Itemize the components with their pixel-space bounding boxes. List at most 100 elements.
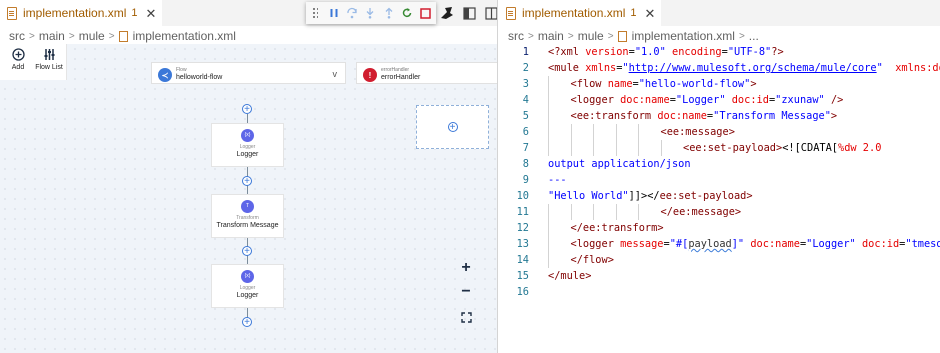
add-step-icon[interactable]: + <box>242 104 252 115</box>
indent-guide <box>548 108 549 124</box>
left-editor-pane: implementation.xml 1 ✕ src > main > mule… <box>0 0 498 353</box>
mule-run-icon[interactable] <box>438 4 456 22</box>
code-token: > <box>830 110 838 122</box>
right-editor-tab[interactable]: implementation.xml 1 ✕ <box>499 0 662 26</box>
line-content: output application/json <box>548 156 691 172</box>
indent-guide <box>548 204 549 220</box>
breadcrumb-src[interactable]: src <box>9 29 25 43</box>
code-line[interactable]: 14 </flow> <box>499 252 940 268</box>
line-content: <logger doc:name="Logger" doc:id="zxunaw… <box>571 92 844 108</box>
zoom-in-button[interactable]: + <box>458 259 474 276</box>
left-editor-tab[interactable]: implementation.xml 1 ✕ <box>0 0 163 26</box>
indent-guide <box>570 140 572 156</box>
code-token: "zxunaw" <box>775 94 825 106</box>
code-token: mule <box>560 270 586 282</box>
flow-list-label: Flow List <box>35 64 63 71</box>
open-preview-icon[interactable] <box>460 4 478 22</box>
error-handler-header[interactable]: ! errorHandler errorHandler <box>356 62 497 84</box>
left-tab-close-icon[interactable]: ✕ <box>146 7 157 20</box>
logger-icon: {x} <box>241 129 254 142</box>
indent-guide <box>660 140 662 156</box>
code-editor[interactable]: 1 <?xml version="1.0" encoding="UTF-8"?> 2… <box>499 44 940 300</box>
code-line[interactable]: 9 --- <box>499 172 940 188</box>
line-number: 10 <box>516 190 529 202</box>
breadcrumb-main[interactable]: main <box>39 29 65 43</box>
breadcrumb-src[interactable]: src <box>508 29 524 43</box>
error-handler-dropzone[interactable]: + <box>416 105 489 149</box>
code-token: "Transform Message" <box>713 110 831 122</box>
fit-view-button[interactable] <box>458 309 474 325</box>
add-step-icon[interactable]: + <box>242 246 252 257</box>
drag-grip-icon[interactable] <box>312 7 319 19</box>
right-tab-close-icon[interactable]: ✕ <box>645 7 656 20</box>
code-token: message <box>620 238 664 250</box>
breadcrumb-mule[interactable]: mule <box>79 29 105 43</box>
line-number: 11 <box>516 206 529 218</box>
code-token: --- <box>548 174 567 186</box>
flow-header[interactable]: ≺ Flow helloworld-flow v <box>151 62 346 84</box>
line-content: "Hello World"]]></ee:set-payload> <box>548 188 753 204</box>
code-line[interactable]: 16 <box>499 284 940 300</box>
flow-canvas[interactable]: Add Flow List ≺ Flow helloworld-flow v !… <box>0 44 497 353</box>
xml-file-icon <box>7 7 17 20</box>
chevron-right-icon: > <box>68 30 75 42</box>
add-step-icon[interactable]: + <box>242 317 252 328</box>
chevron-right-icon: > <box>108 30 115 42</box>
code-token: version <box>585 46 629 58</box>
breadcrumb-file[interactable]: implementation.xml <box>133 29 236 43</box>
code-token: "UTF-8" <box>727 46 772 58</box>
code-token: doc:id <box>731 94 769 106</box>
code-line[interactable]: 6 <ee:message> <box>499 124 940 140</box>
code-line[interactable]: 10 "Hello World"]]></ee:set-payload> <box>499 188 940 204</box>
right-breadcrumb: src > main > mule > implementation.xml >… <box>508 28 759 44</box>
code-line[interactable]: 5 <ee:transform doc:name="Transform Messa… <box>499 108 940 124</box>
logger-icon: {x} <box>241 270 254 283</box>
code-token: </ <box>548 270 561 282</box>
restart-icon[interactable] <box>399 3 414 23</box>
line-number: 3 <box>522 78 529 90</box>
code-line[interactable]: 11 </ee:message> <box>499 204 940 220</box>
indent-guide <box>548 76 549 92</box>
code-line[interactable]: 13 <logger message="#[payload]" doc:name=… <box>499 236 940 252</box>
add-step-icon[interactable]: + <box>242 176 252 187</box>
breadcrumb-file[interactable]: implementation.xml <box>632 29 735 43</box>
line-number: 8 <box>522 158 529 170</box>
code-line[interactable]: 8 output application/json <box>499 156 940 172</box>
code-line[interactable]: 3 <flow name="hello-world-flow"> <box>499 76 940 92</box>
breadcrumb-ellipsis[interactable]: ... <box>749 29 759 43</box>
error-icon: ! <box>363 68 377 82</box>
code-token: > <box>750 78 757 90</box>
pause-icon[interactable] <box>326 3 341 23</box>
code-token: ee:message <box>666 126 729 138</box>
line-number: 2 <box>522 62 529 74</box>
logger-component[interactable]: {x} Logger Logger <box>211 264 284 308</box>
xml-file-icon <box>118 30 128 42</box>
add-step-icon[interactable]: + <box>447 122 458 133</box>
transform-component[interactable]: T Transform Transform Message <box>211 194 284 238</box>
add-circle-icon <box>11 48 25 61</box>
line-number: 7 <box>522 142 529 154</box>
left-breadcrumb: src > main > mule > implementation.xml <box>9 28 236 44</box>
code-line[interactable]: 4 <logger doc:name="Logger" doc:id="zxuna… <box>499 92 940 108</box>
stop-icon[interactable] <box>418 3 433 23</box>
flow-list-button[interactable]: Flow List <box>34 48 64 71</box>
code-line[interactable]: 7 <ee:set-payload><![CDATA[%dw 2.0 <box>499 140 940 156</box>
code-line[interactable]: 15 </mule> <box>499 268 940 284</box>
step-over-icon[interactable] <box>344 3 359 23</box>
line-content: </ee:transform> <box>571 220 664 236</box>
add-button[interactable]: Add <box>3 48 33 71</box>
split-editor-icon[interactable] <box>482 4 497 22</box>
chevron-down-icon[interactable]: v <box>333 69 338 79</box>
logger-component[interactable]: {x} Logger Logger <box>211 123 284 167</box>
code-line[interactable]: 2 <mule xmlns="http://www.mulesoft.org/sc… <box>499 60 940 76</box>
step-into-icon[interactable] <box>363 3 378 23</box>
line-number: 6 <box>522 126 529 138</box>
breadcrumb-main[interactable]: main <box>538 29 564 43</box>
code-token: flow <box>576 78 602 90</box>
zoom-out-button[interactable]: − <box>458 283 474 300</box>
code-line[interactable]: 1 <?xml version="1.0" encoding="UTF-8"?> <box>499 44 940 60</box>
breadcrumb-mule[interactable]: mule <box>578 29 604 43</box>
step-out-icon[interactable] <box>381 3 396 23</box>
code-token: /> <box>830 94 844 106</box>
code-line[interactable]: 12 </ee:transform> <box>499 220 940 236</box>
